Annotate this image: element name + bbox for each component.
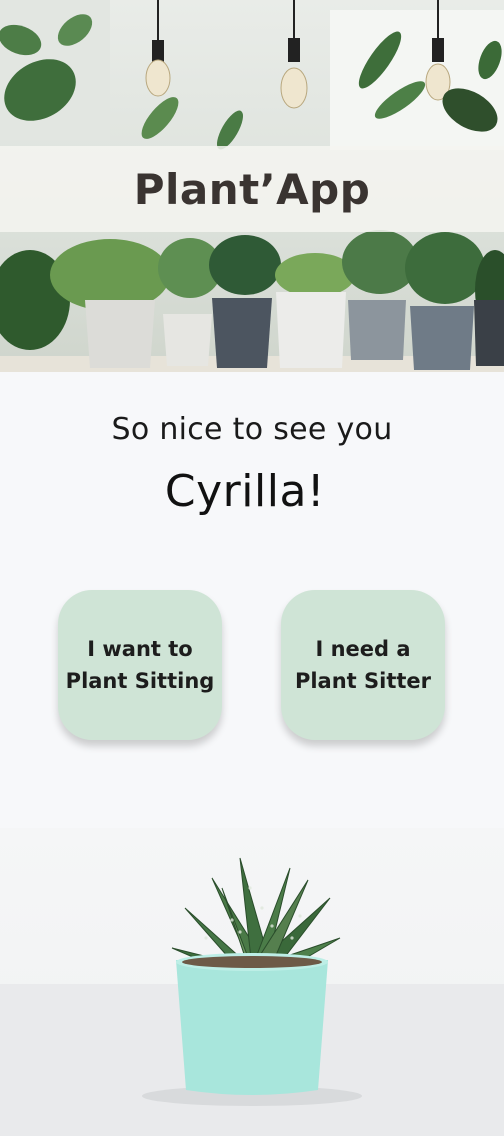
- greeting: So nice to see you: [0, 412, 504, 447]
- hero-photo-houseplants: Plant’App: [0, 0, 504, 372]
- succulent-illustration: [0, 857, 504, 1136]
- welcome-screen: Plant’App So nice to see you Cyrilla! I …: [0, 0, 504, 1136]
- button-label-line2: Plant Sitting: [65, 669, 215, 693]
- button-label-line1: I need a: [315, 637, 411, 661]
- greeting-line: So nice to see you: [111, 412, 393, 447]
- user-name: Cyrilla!: [164, 466, 326, 517]
- bottom-photo-succulent: [0, 828, 504, 1136]
- app-title: Plant’App: [133, 164, 371, 214]
- button-label-line1: I want to: [87, 637, 193, 661]
- plant-sitter-button[interactable]: I need a Plant Sitter: [281, 590, 445, 740]
- title-band: Plant’App: [0, 146, 504, 232]
- button-label-line2: Plant Sitter: [294, 669, 432, 693]
- plant-sitting-button[interactable]: I want to Plant Sitting: [58, 590, 222, 740]
